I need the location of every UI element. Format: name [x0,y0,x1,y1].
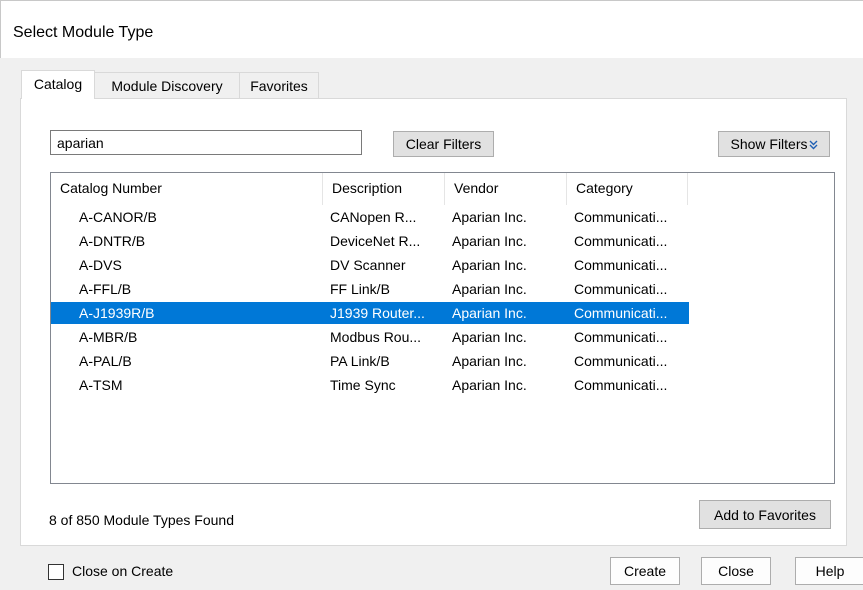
table-row[interactable]: A-TSM Time Sync Aparian Inc. Communicati… [51,374,689,396]
catalog-number-cell: A-TSM [79,377,123,393]
window-title: Select Module Type [13,24,154,41]
vendor-cell: Aparian Inc. [452,329,527,345]
column-header-vendor[interactable]: Vendor [445,173,567,205]
clear-filters-button[interactable]: Clear Filters [393,131,494,157]
table-row[interactable]: A-CANOR/B CANopen R... Aparian Inc. Comm… [51,206,689,228]
create-button[interactable]: Create [610,557,680,585]
category-cell: Communicati... [574,305,668,321]
description-cell: DeviceNet R... [330,233,421,249]
table-row[interactable]: A-DNTR/B DeviceNet R... Aparian Inc. Com… [51,230,689,252]
tab-module-discovery[interactable]: Module Discovery [94,72,240,98]
tab-favorites[interactable]: Favorites [239,72,319,98]
close-on-create-label: Close on Create [72,563,174,579]
vendor-cell: Aparian Inc. [452,281,527,297]
catalog-number-cell: A-MBR/B [79,329,138,345]
catalog-number-cell: A-J1939R/B [79,305,155,321]
catalog-number-cell: A-PAL/B [79,353,132,369]
description-cell: Time Sync [330,377,396,393]
vendor-cell: Aparian Inc. [452,377,527,393]
search-input[interactable] [50,130,362,155]
close-button[interactable]: Close [701,557,771,585]
vendor-cell: Aparian Inc. [452,209,527,225]
description-cell: J1939 Router... [330,305,425,321]
vendor-cell: Aparian Inc. [452,233,527,249]
table-row[interactable]: A-PAL/B PA Link/B Aparian Inc. Communica… [51,350,689,372]
category-cell: Communicati... [574,377,668,393]
column-header-category[interactable]: Category [567,173,688,205]
show-filters-button[interactable]: Show Filters [718,131,830,157]
column-header-description[interactable]: Description [323,173,445,205]
description-cell: CANopen R... [330,209,417,225]
category-cell: Communicati... [574,257,668,273]
vendor-cell: Aparian Inc. [452,257,527,273]
add-to-favorites-button[interactable]: Add to Favorites [699,500,831,529]
results-count: 8 of 850 Module Types Found [49,512,234,528]
show-filters-label: Show Filters [730,136,808,152]
category-cell: Communicati... [574,233,668,249]
catalog-number-cell: A-DVS [79,257,122,273]
category-cell: Communicati... [574,209,668,225]
description-cell: DV Scanner [330,257,406,273]
table-row[interactable]: A-FFL/B FF Link/B Aparian Inc. Communica… [51,278,689,300]
title-bar: Select Module Type [0,0,863,58]
column-header-catalog-number[interactable]: Catalog Number [51,173,323,205]
tab-catalog[interactable]: Catalog [21,70,95,99]
description-cell: Modbus Rou... [330,329,422,345]
module-list[interactable]: Catalog Number Description Vendor Catego… [50,172,835,484]
table-row-selected[interactable]: A-J1939R/B J1939 Router... Aparian Inc. … [51,302,689,324]
description-cell: PA Link/B [330,353,390,369]
table-row[interactable]: A-DVS DV Scanner Aparian Inc. Communicat… [51,254,689,276]
vendor-cell: Aparian Inc. [452,305,527,321]
description-cell: FF Link/B [330,281,390,297]
category-cell: Communicati... [574,329,668,345]
category-cell: Communicati... [574,281,668,297]
close-on-create-checkbox[interactable] [48,564,64,580]
table-row[interactable]: A-MBR/B Modbus Rou... Aparian Inc. Commu… [51,326,689,348]
vendor-cell: Aparian Inc. [452,353,527,369]
double-chevron-down-icon [809,140,818,149]
catalog-number-cell: A-FFL/B [79,281,132,297]
catalog-number-cell: A-CANOR/B [79,209,157,225]
catalog-number-cell: A-DNTR/B [79,233,146,249]
help-button[interactable]: Help [795,557,863,585]
category-cell: Communicati... [574,353,668,369]
